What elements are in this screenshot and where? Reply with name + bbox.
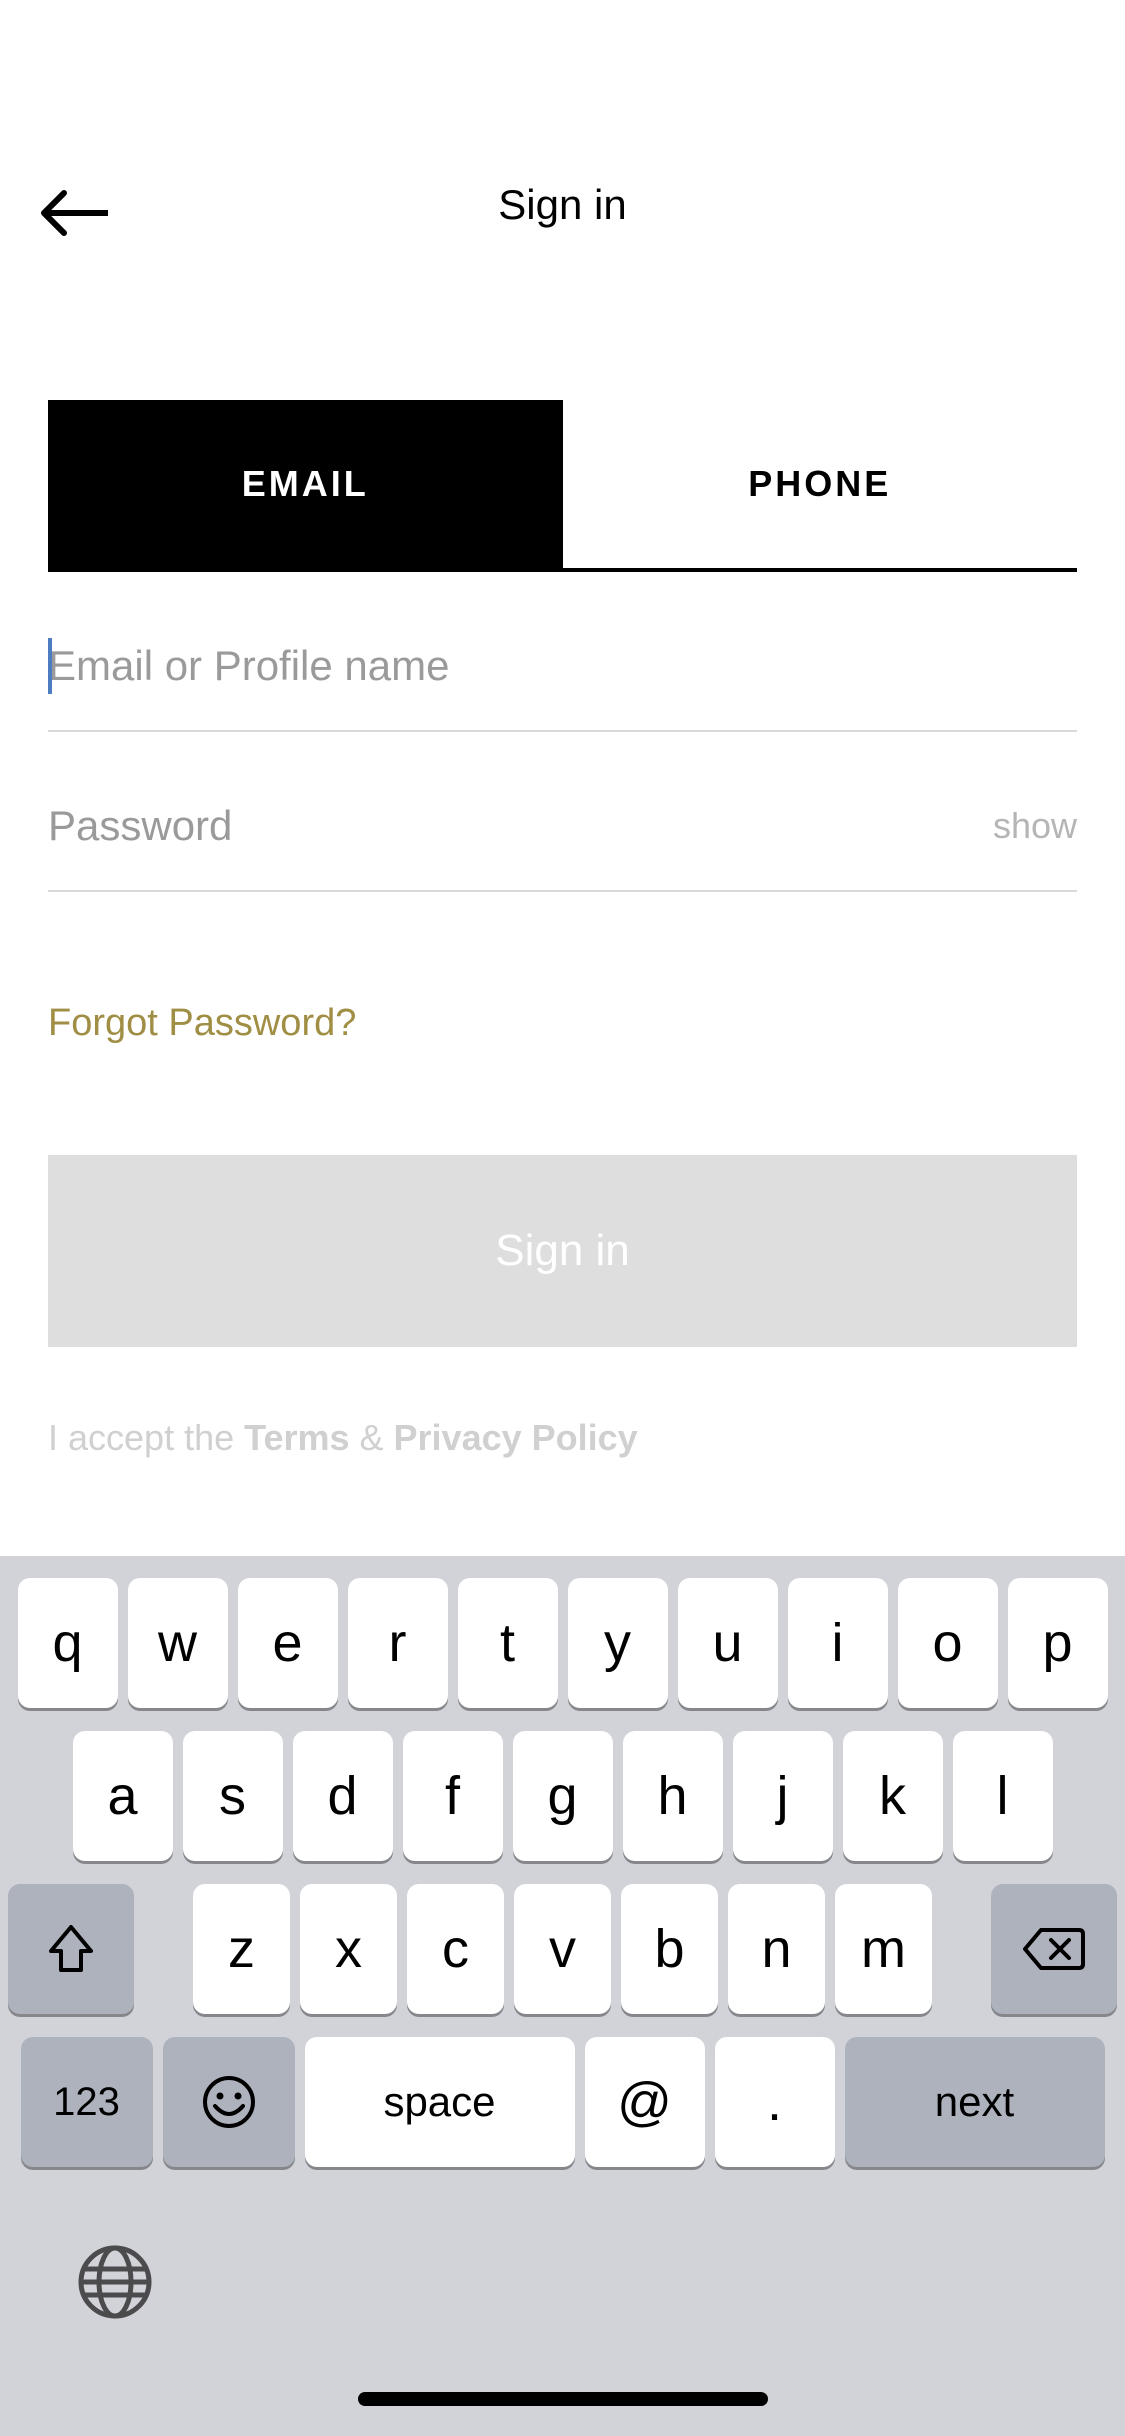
shift-icon: [48, 1925, 94, 1973]
disclaimer-prefix: I accept the: [48, 1417, 244, 1458]
tab-email[interactable]: EMAIL: [48, 400, 563, 568]
disclaimer-amp: &: [350, 1417, 394, 1458]
shift-key[interactable]: [8, 1884, 134, 2014]
text-caret: [48, 638, 52, 694]
emoji-icon: [201, 2074, 257, 2130]
emoji-key[interactable]: [163, 2037, 295, 2167]
key-q[interactable]: q: [18, 1578, 118, 1708]
globe-icon: [76, 2243, 154, 2321]
key-b[interactable]: b: [621, 1884, 718, 2014]
backspace-key[interactable]: [991, 1884, 1117, 2014]
keyboard-row-4: 123 space @ . next: [8, 2037, 1117, 2167]
backspace-icon: [1023, 1926, 1085, 1972]
email-input[interactable]: [48, 642, 1077, 690]
key-h[interactable]: h: [623, 1731, 723, 1861]
key-r[interactable]: r: [348, 1578, 448, 1708]
key-spacer: [144, 1884, 183, 2014]
key-z[interactable]: z: [193, 1884, 290, 2014]
key-f[interactable]: f: [403, 1731, 503, 1861]
key-y[interactable]: y: [568, 1578, 668, 1708]
key-m[interactable]: m: [835, 1884, 932, 2014]
header: Sign in: [0, 0, 1125, 310]
signin-button[interactable]: Sign in: [48, 1155, 1077, 1347]
password-input[interactable]: [48, 802, 973, 850]
globe-button[interactable]: [76, 2243, 154, 2326]
tab-phone[interactable]: PHONE: [563, 400, 1078, 568]
key-c[interactable]: c: [407, 1884, 504, 2014]
home-indicator[interactable]: [358, 2392, 768, 2406]
key-n[interactable]: n: [728, 1884, 825, 2014]
disclaimer-text: I accept the Terms & Privacy Policy: [48, 1417, 1077, 1459]
space-key[interactable]: space: [305, 2037, 575, 2167]
email-field-wrap: [48, 572, 1077, 732]
page-title: Sign in: [498, 181, 626, 229]
key-l[interactable]: l: [953, 1731, 1053, 1861]
privacy-link[interactable]: Privacy Policy: [394, 1417, 638, 1458]
key-o[interactable]: o: [898, 1578, 998, 1708]
key-e[interactable]: e: [238, 1578, 338, 1708]
dot-key[interactable]: .: [715, 2037, 835, 2167]
keyboard-row-3: z x c v b n m: [8, 1884, 1117, 2014]
arrow-left-icon: [38, 188, 108, 238]
password-field-wrap: show: [48, 732, 1077, 892]
key-j[interactable]: j: [733, 1731, 833, 1861]
key-x[interactable]: x: [300, 1884, 397, 2014]
key-g[interactable]: g: [513, 1731, 613, 1861]
key-u[interactable]: u: [678, 1578, 778, 1708]
keyboard-row-2: a s d f g h j k l: [8, 1731, 1117, 1861]
back-button[interactable]: [38, 188, 108, 238]
forgot-password-link[interactable]: Forgot Password?: [48, 1002, 1077, 1045]
next-key[interactable]: next: [845, 2037, 1105, 2167]
key-p[interactable]: p: [1008, 1578, 1108, 1708]
soft-keyboard: q w e r t y u i o p a s d f g h j k l z …: [0, 1556, 1125, 2436]
signin-form: show Forgot Password? Sign in I accept t…: [48, 572, 1077, 1459]
key-w[interactable]: w: [128, 1578, 228, 1708]
show-password-button[interactable]: show: [973, 805, 1077, 847]
key-v[interactable]: v: [514, 1884, 611, 2014]
terms-link[interactable]: Terms: [244, 1417, 349, 1458]
key-t[interactable]: t: [458, 1578, 558, 1708]
key-k[interactable]: k: [843, 1731, 943, 1861]
key-d[interactable]: d: [293, 1731, 393, 1861]
key-s[interactable]: s: [183, 1731, 283, 1861]
key-i[interactable]: i: [788, 1578, 888, 1708]
numeric-key[interactable]: 123: [21, 2037, 153, 2167]
auth-tabs: EMAIL PHONE: [48, 400, 1077, 572]
keyboard-row-1: q w e r t y u i o p: [8, 1578, 1117, 1708]
at-key[interactable]: @: [585, 2037, 705, 2167]
key-a[interactable]: a: [73, 1731, 173, 1861]
key-spacer: [942, 1884, 981, 2014]
